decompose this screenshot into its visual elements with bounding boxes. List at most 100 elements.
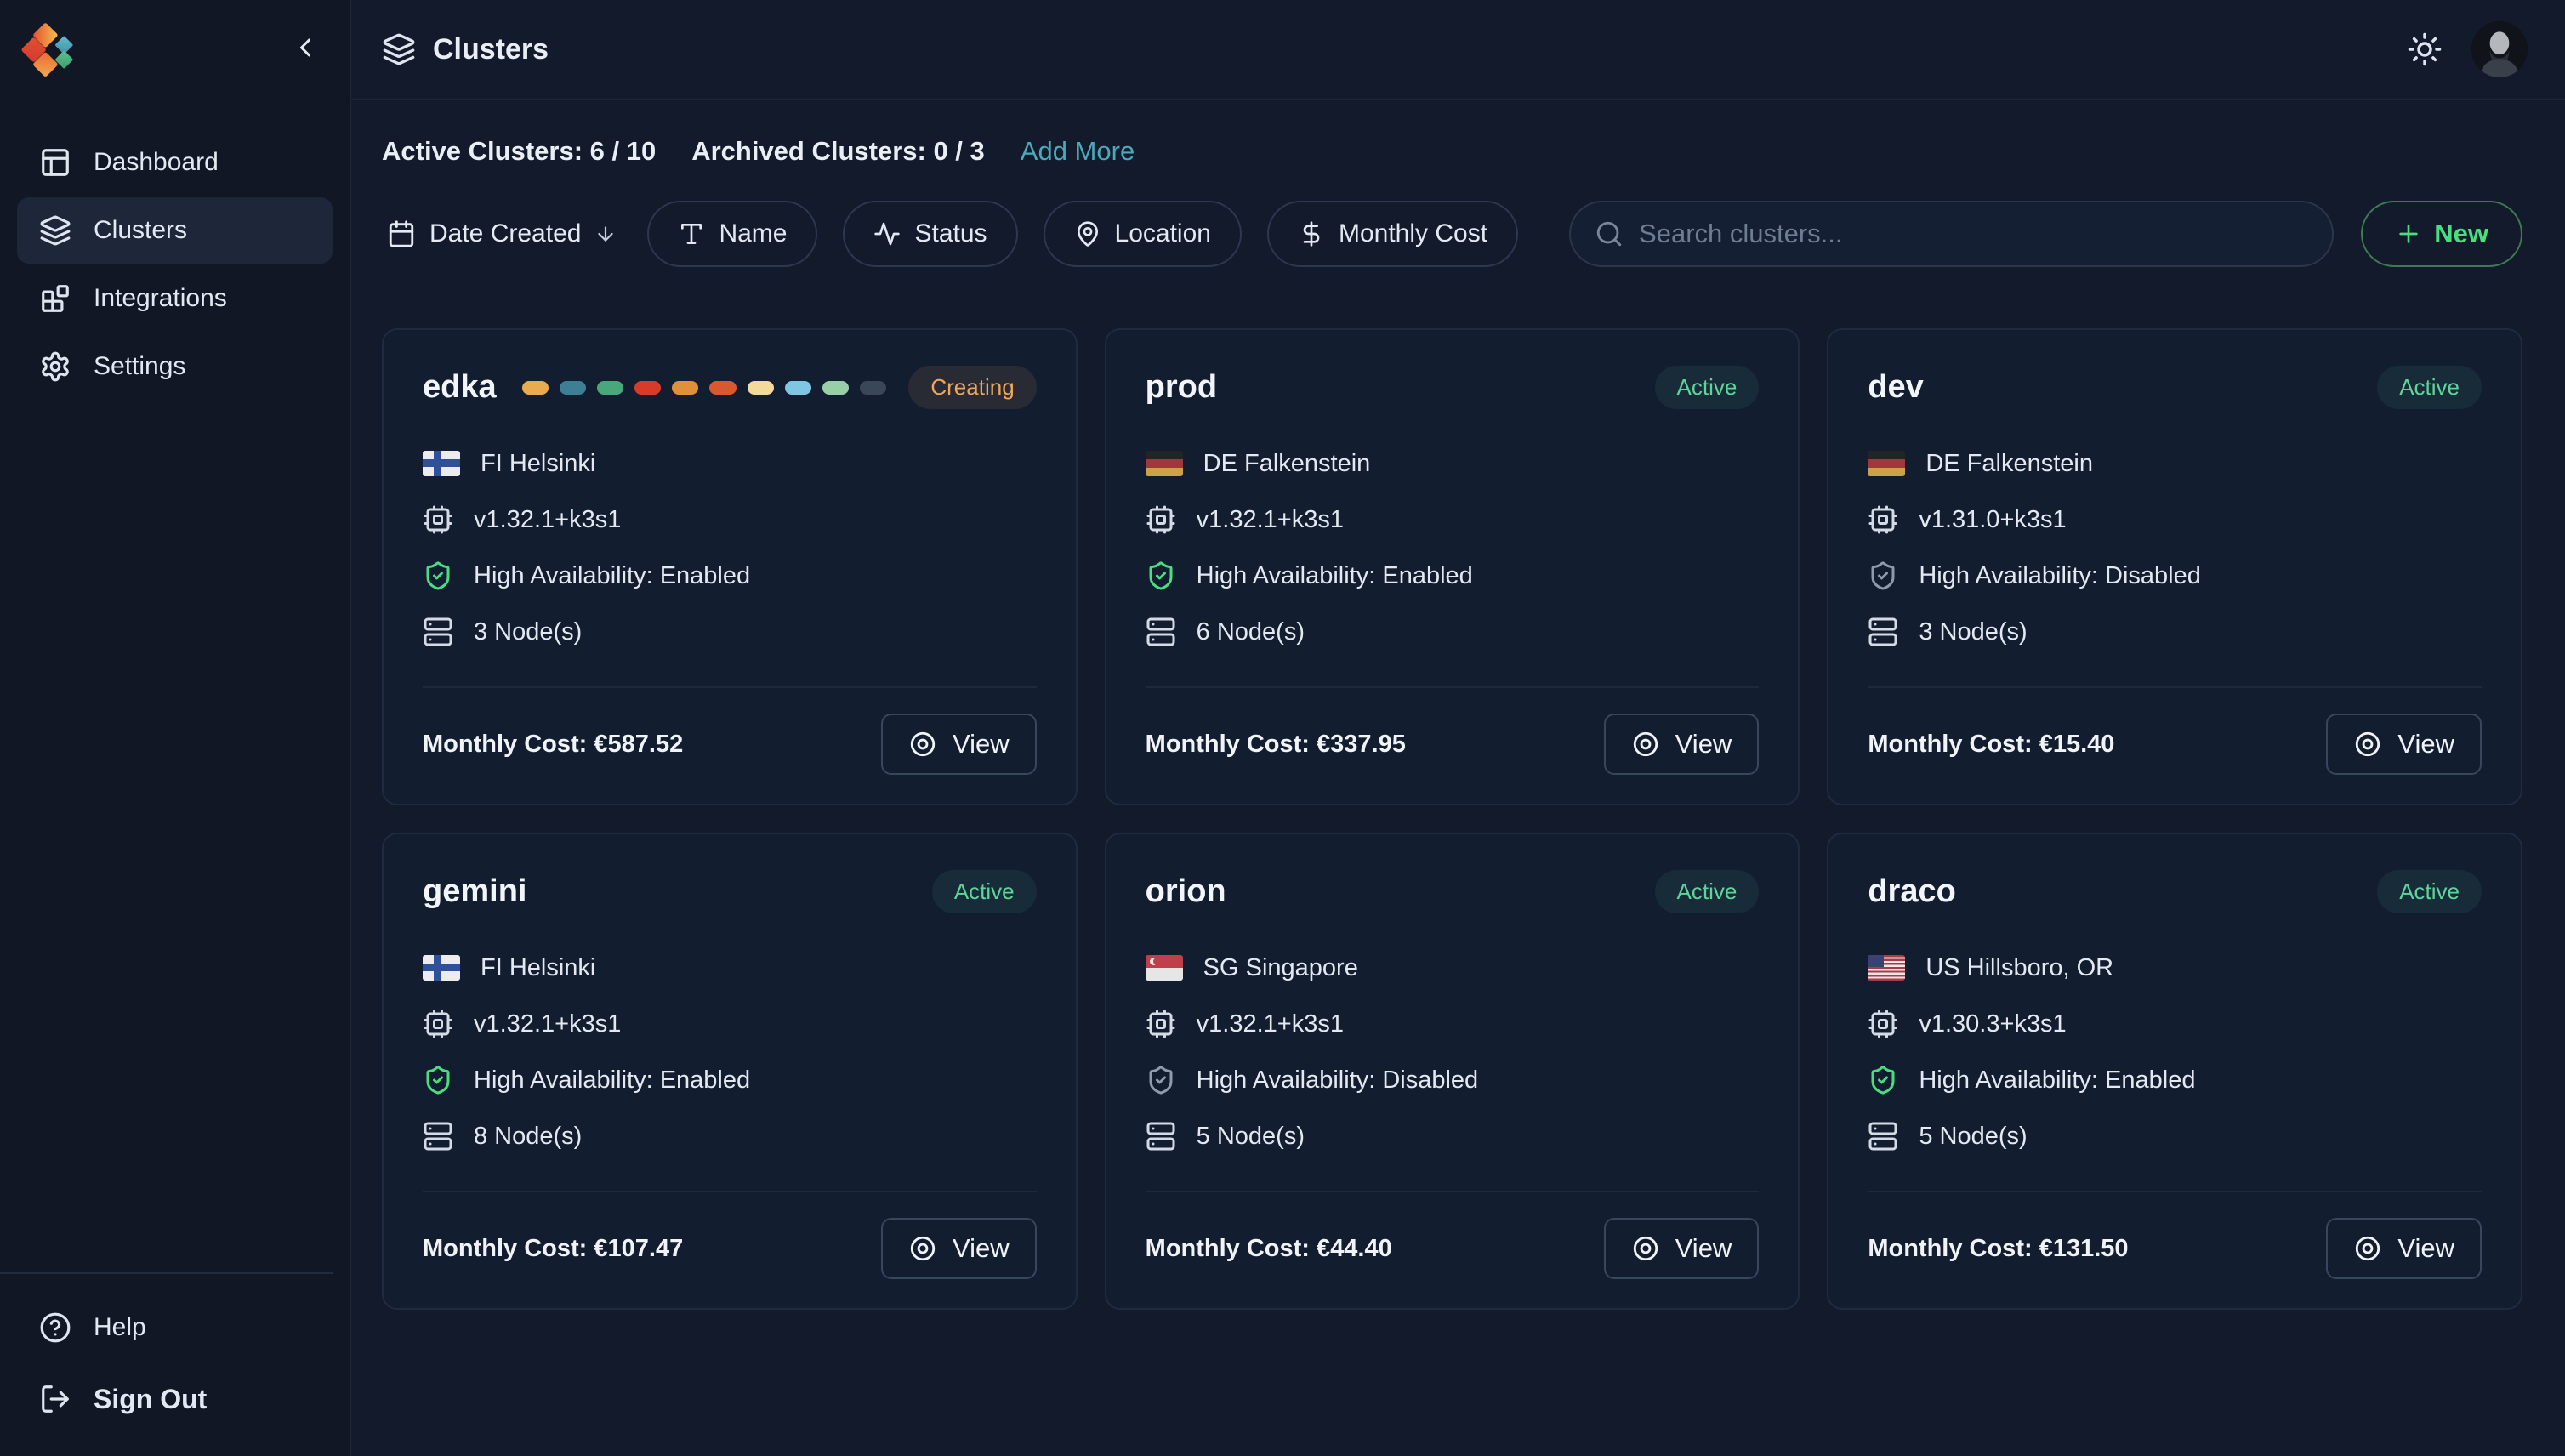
location-row: SG Singapore — [1146, 949, 1760, 987]
eye-icon — [908, 1234, 937, 1263]
monthly-cost: Monthly Cost: €15.40 — [1868, 731, 2114, 759]
eye-icon — [908, 730, 937, 759]
nodes-text: 5 Node(s) — [1197, 1123, 1305, 1151]
cluster-card: orion Active SG Singapore v1.32.1+k3s1 H… — [1105, 833, 1800, 1310]
add-more-link[interactable]: Add More — [1021, 136, 1135, 167]
ha-text: High Availability: Enabled — [1197, 562, 1473, 590]
ha-text: High Availability: Disabled — [1919, 562, 2201, 590]
stats-row: Active Clusters: 6 / 10 Archived Cluster… — [382, 136, 2522, 167]
user-avatar[interactable] — [2471, 21, 2528, 77]
shield-check-icon — [1146, 1065, 1176, 1095]
country-flag — [1146, 955, 1183, 981]
monthly-cost: Monthly Cost: €337.95 — [1146, 731, 1406, 759]
ha-row: High Availability: Enabled — [1146, 557, 1760, 594]
map-pin-icon — [1074, 220, 1101, 247]
cluster-name: edka — [423, 369, 497, 406]
cluster-card: edka Creating FI Helsinki v1.32.1+k3s1 H… — [382, 328, 1078, 805]
monthly-cost-value: €107.47 — [594, 1235, 683, 1262]
sort-label: Date Created — [429, 219, 581, 248]
view-button[interactable]: View — [881, 1218, 1037, 1279]
view-button[interactable]: View — [881, 714, 1037, 775]
filter-pill-name[interactable]: Name — [647, 201, 817, 267]
sidebar-item-clusters[interactable]: Clusters — [17, 197, 333, 264]
nodes-text: 5 Node(s) — [1919, 1123, 2027, 1151]
view-button[interactable]: View — [1604, 714, 1760, 775]
ha-row: High Availability: Disabled — [1868, 557, 2482, 594]
plus-icon — [2395, 220, 2422, 247]
filter-pill-location[interactable]: Location — [1044, 201, 1242, 267]
main-area: Clusters Active Clusters: 6 / 10 Archive… — [351, 0, 2565, 1456]
card-divider — [423, 1191, 1037, 1192]
country-flag — [1146, 451, 1183, 476]
location-row: FI Helsinki — [423, 445, 1037, 482]
cpu-icon — [423, 1009, 453, 1039]
cpu-icon — [1146, 504, 1176, 535]
sidebar-item-sign-out[interactable]: Sign Out — [17, 1368, 333, 1430]
ha-row: High Availability: Enabled — [423, 1061, 1037, 1099]
country-flag — [423, 955, 460, 981]
filter-pill-label: Location — [1115, 219, 1211, 248]
cpu-icon — [1868, 1009, 1898, 1039]
server-icon — [423, 617, 453, 647]
creation-progress — [522, 381, 887, 395]
monthly-cost-value: €44.40 — [1317, 1235, 1392, 1262]
version-row: v1.32.1+k3s1 — [423, 1005, 1037, 1043]
sidebar-item-label: Dashboard — [94, 148, 219, 177]
nodes-text: 3 Node(s) — [474, 618, 582, 646]
country-flag — [1868, 955, 1905, 981]
monthly-cost-value: €15.40 — [2039, 731, 2115, 758]
search-icon — [1595, 219, 1624, 248]
shield-check-icon — [1146, 560, 1176, 591]
nodes-text: 3 Node(s) — [1919, 618, 2027, 646]
cluster-name: gemini — [423, 873, 526, 910]
sun-icon — [2407, 31, 2443, 67]
status-badge: Creating — [908, 366, 1036, 409]
location-row: DE Falkenstein — [1146, 445, 1760, 482]
filter-pill-status[interactable]: Status — [843, 201, 1017, 267]
sidebar-item-help[interactable]: Help — [17, 1296, 333, 1359]
filter-pill-monthly-cost[interactable]: Monthly Cost — [1267, 201, 1518, 267]
sidebar-footer-divider — [0, 1272, 333, 1274]
cpu-icon — [1868, 504, 1898, 535]
view-button[interactable]: View — [1604, 1218, 1760, 1279]
cluster-card: draco Active US Hillsboro, OR v1.30.3+k3… — [1827, 833, 2522, 1310]
card-divider — [1146, 686, 1760, 688]
sidebar-item-integrations[interactable]: Integrations — [17, 265, 333, 332]
location-text: DE Falkenstein — [1925, 450, 2093, 478]
arrow-down-icon — [594, 223, 617, 245]
server-icon — [1868, 617, 1898, 647]
version-text: v1.31.0+k3s1 — [1919, 506, 2066, 534]
view-button[interactable]: View — [2326, 1218, 2482, 1279]
ha-row: High Availability: Disabled — [1146, 1061, 1760, 1099]
ha-text: High Availability: Disabled — [1197, 1066, 1479, 1095]
cpu-icon — [423, 504, 453, 535]
location-text: SG Singapore — [1203, 954, 1358, 982]
ha-text: High Availability: Enabled — [1919, 1066, 2195, 1095]
nodes-row: 3 Node(s) — [423, 613, 1037, 651]
sidebar-collapse-button[interactable] — [283, 26, 327, 70]
nodes-text: 8 Node(s) — [474, 1123, 582, 1151]
country-flag — [1868, 451, 1905, 476]
nodes-row: 5 Node(s) — [1146, 1118, 1760, 1155]
filter-pill-label: Name — [719, 219, 787, 248]
sort-date-created-button[interactable]: Date Created — [382, 219, 622, 248]
view-button[interactable]: View — [2326, 714, 2482, 775]
eye-icon — [1631, 1234, 1660, 1263]
chevron-left-icon — [290, 32, 321, 63]
search-input[interactable] — [1639, 219, 2308, 249]
theme-toggle-button[interactable] — [2407, 31, 2443, 67]
app-logo — [19, 19, 92, 92]
ha-text: High Availability: Enabled — [474, 562, 750, 590]
monthly-cost-value: €131.50 — [2039, 1235, 2129, 1262]
status-badge: Active — [932, 870, 1037, 913]
new-cluster-button[interactable]: New — [2361, 201, 2522, 267]
blocks-icon — [39, 282, 71, 315]
sidebar-item-dashboard[interactable]: Dashboard — [17, 129, 333, 196]
version-text: v1.32.1+k3s1 — [1197, 1010, 1344, 1038]
eye-icon — [1631, 730, 1660, 759]
shield-check-icon — [1868, 1065, 1898, 1095]
monthly-cost: Monthly Cost: €587.52 — [423, 731, 683, 759]
log-out-icon — [39, 1383, 71, 1415]
sidebar-item-settings[interactable]: Settings — [17, 333, 333, 400]
version-row: v1.30.3+k3s1 — [1868, 1005, 2482, 1043]
